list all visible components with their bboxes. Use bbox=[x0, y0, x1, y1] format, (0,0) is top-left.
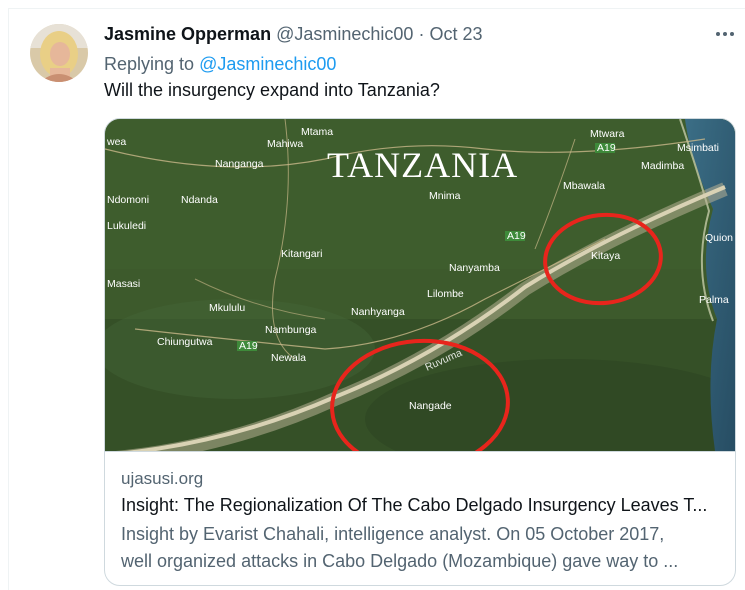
map-label-newala: Newala bbox=[271, 352, 306, 364]
tweet-text: Will the insurgency expand into Tanzania… bbox=[104, 80, 440, 100]
map-label-masasi: Masasi bbox=[107, 278, 140, 290]
map-label-a19: A19 bbox=[507, 230, 526, 242]
map-label-a19: A19 bbox=[239, 340, 258, 352]
map-label-lilombe: Lilombe bbox=[427, 288, 464, 300]
map-image: A19 A19 A19 TANZANIA Mtama Mtwara Msimba… bbox=[105, 119, 735, 451]
map-label-mkululu: Mkululu bbox=[209, 302, 245, 314]
map-label-nanyamba: Nanyamba bbox=[449, 262, 500, 274]
map-label-nanhyanga: Nanhyanga bbox=[351, 306, 405, 318]
card-domain: ujasusi.org bbox=[121, 469, 204, 488]
avatar-image bbox=[30, 24, 88, 82]
author-handle[interactable]: @Jasminechic00 bbox=[276, 24, 413, 44]
separator-dot: · bbox=[418, 24, 425, 44]
map-label-nambunga: Nambunga bbox=[265, 324, 317, 336]
map-label-a19: A19 bbox=[597, 142, 616, 154]
map-label-mtama: Mtama bbox=[301, 126, 333, 138]
more-button[interactable] bbox=[714, 22, 736, 46]
card-description-line: well organized attacks in Cabo Delgado (… bbox=[121, 551, 679, 571]
map-label-mnima: Mnima bbox=[429, 190, 461, 202]
map-label-kitaya: Kitaya bbox=[591, 250, 620, 262]
map-label-nanganga: Nanganga bbox=[215, 158, 264, 170]
map-label-wea: wea bbox=[106, 136, 126, 148]
replying-mention[interactable]: @Jasminechic00 bbox=[199, 54, 336, 74]
avatar[interactable] bbox=[30, 24, 88, 82]
map-label-kitangari: Kitangari bbox=[281, 248, 322, 260]
map-label-nangade: Nangade bbox=[409, 400, 452, 412]
map-label-palma: Palma bbox=[699, 294, 729, 306]
author-name[interactable]: Jasmine Opperman bbox=[104, 24, 271, 44]
card-description: Insight by Evarist Chahali, intelligence… bbox=[121, 521, 721, 575]
map-label-mahiwa: Mahiwa bbox=[267, 138, 303, 150]
more-horizontal-icon bbox=[716, 32, 734, 36]
map-label-ndanda: Ndanda bbox=[181, 194, 218, 206]
map-label-madimba: Madimba bbox=[641, 160, 684, 172]
map-label-mtwara: Mtwara bbox=[590, 128, 625, 140]
map-label-msimbati: Msimbati bbox=[677, 142, 719, 154]
tweet-date[interactable]: Oct 23 bbox=[429, 24, 482, 44]
replying-prefix: Replying to bbox=[104, 54, 195, 74]
map-title: TANZANIA bbox=[327, 145, 518, 185]
map-label-ndomoni: Ndomoni bbox=[107, 194, 149, 206]
map-label-lukuledi: Lukuledi bbox=[107, 220, 146, 232]
map-label-mbawala: Mbawala bbox=[563, 180, 605, 192]
tweet-header: Jasmine Opperman @Jasminechic00 · Oct 23 bbox=[104, 24, 482, 48]
link-card[interactable]: A19 A19 A19 TANZANIA Mtama Mtwara Msimba… bbox=[104, 118, 736, 586]
replying-to: Replying to @Jasminechic00 bbox=[104, 54, 336, 75]
card-description-line: Insight by Evarist Chahali, intelligence… bbox=[121, 524, 665, 544]
card-image[interactable]: A19 A19 A19 TANZANIA Mtama Mtwara Msimba… bbox=[105, 119, 735, 452]
map-label-chiungutwa: Chiungutwa bbox=[157, 336, 213, 348]
card-title: Insight: The Regionalization Of The Cabo… bbox=[121, 495, 708, 515]
map-label-quion: Quion bbox=[705, 232, 733, 244]
